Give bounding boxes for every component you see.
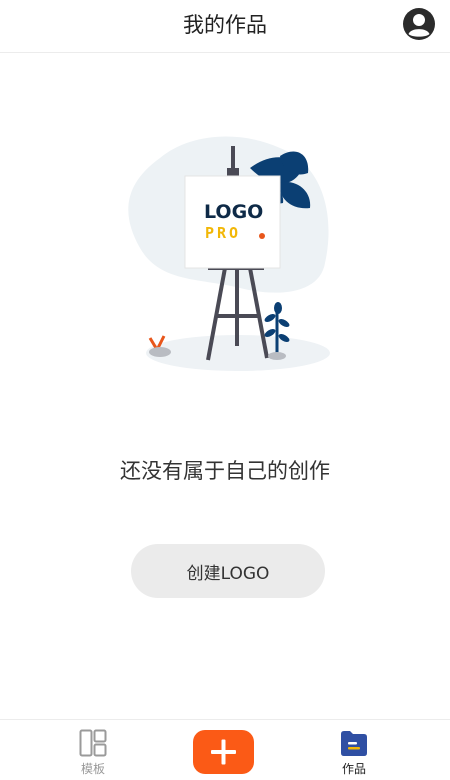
empty-state-message: 还没有属于自己的创作 <box>120 459 330 483</box>
tab-templates-label: 模板 <box>80 762 105 776</box>
bottom-tab-bar: 模板 作品 <box>0 719 450 780</box>
top-bar: 我的作品 <box>0 0 450 53</box>
tab-works[interactable]: 作品 <box>294 720 414 780</box>
tab-works-label: 作品 <box>341 762 366 776</box>
tab-templates[interactable]: 模板 <box>33 720 153 780</box>
add-button[interactable] <box>193 730 254 774</box>
page-title: 我的作品 <box>183 13 267 37</box>
layout-grid-icon <box>79 729 107 761</box>
logo-text: LOGO <box>204 201 263 223</box>
empty-state-illustration: LOGO PRO <box>120 128 340 378</box>
folder-icon <box>339 729 369 761</box>
plus-icon <box>193 739 254 778</box>
create-logo-button[interactable]: 创建LOGO <box>131 544 325 598</box>
logo-sub-text: PRO <box>205 224 241 242</box>
profile-icon[interactable] <box>402 7 436 41</box>
